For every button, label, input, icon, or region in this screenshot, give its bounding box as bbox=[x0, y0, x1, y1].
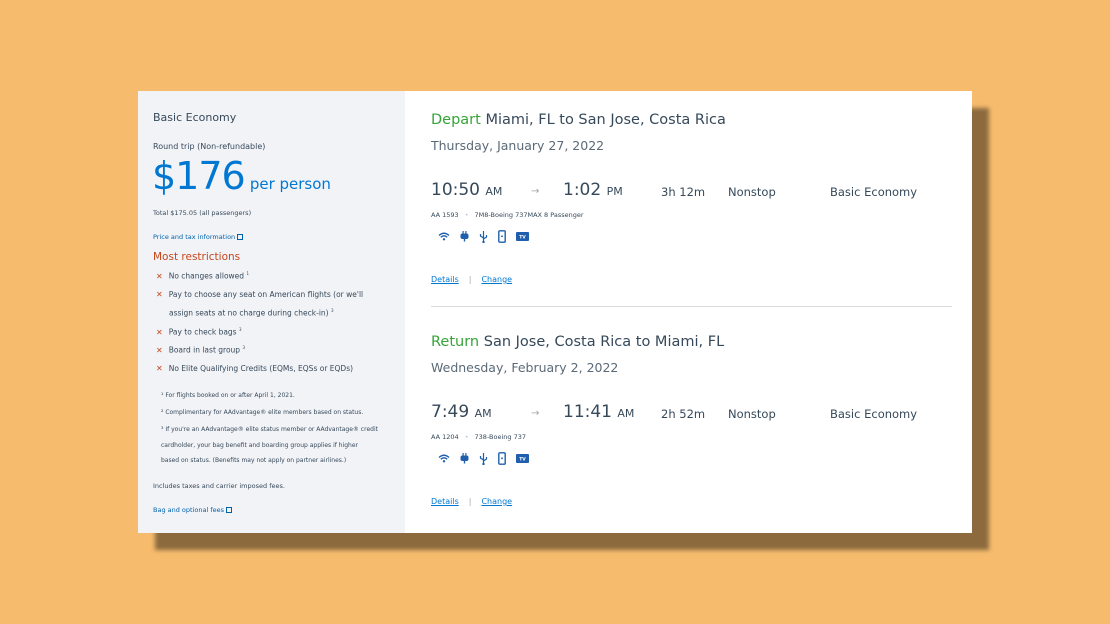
restrictions-title: Most restrictions bbox=[153, 251, 241, 263]
depart-details-link[interactable]: Details bbox=[431, 275, 459, 284]
footnote: ¹ For flights booked on or after April 1… bbox=[161, 392, 295, 399]
depart-departure-time: 10:50 AM bbox=[431, 180, 503, 200]
bag-fees-link-label[interactable]: Bag and optional fees bbox=[153, 506, 224, 514]
footnote: based on status. (Benefits may not apply… bbox=[161, 457, 347, 464]
usb-icon bbox=[479, 452, 488, 465]
depart-links: Details | Change bbox=[431, 275, 513, 284]
bag-fees-link[interactable]: Bag and optional fees bbox=[153, 497, 233, 516]
return-change-link[interactable]: Change bbox=[481, 497, 512, 506]
flights-panel: Depart Miami, FL to San Jose, Costa Rica… bbox=[405, 91, 972, 533]
trip-type: Round trip (Non-refundable) bbox=[153, 142, 266, 151]
per-person-label: per person bbox=[249, 175, 331, 193]
footnote: cardholder, your bag benefit and boardin… bbox=[161, 442, 359, 449]
return-duration: 2h 52m bbox=[661, 407, 706, 421]
restriction-item: ✕ Pay to choose any seat on American flig… bbox=[156, 290, 364, 299]
return-amenities: TV bbox=[438, 452, 529, 465]
arrow-icon: → bbox=[531, 186, 540, 197]
x-icon: ✕ bbox=[156, 327, 163, 337]
wifi-icon bbox=[438, 232, 450, 241]
mobile-device-icon bbox=[498, 452, 506, 465]
power-outlet-icon bbox=[460, 231, 469, 242]
x-icon: ✕ bbox=[156, 345, 163, 355]
restriction-item: ✕ Pay to check bags 3 bbox=[156, 327, 242, 337]
arrow-icon: → bbox=[531, 408, 540, 419]
flight-number: AA 1593 bbox=[431, 211, 459, 219]
return-arrival-time: 11:41 AM bbox=[563, 402, 635, 422]
restriction-item: ✕ No changes allowed 1 bbox=[156, 271, 249, 281]
return-date: Wednesday, February 2, 2022 bbox=[431, 360, 619, 375]
return-departure-time: 7:49 AM bbox=[431, 402, 492, 422]
price-tax-link-label[interactable]: Price and tax information bbox=[153, 233, 235, 241]
power-outlet-icon bbox=[460, 453, 469, 464]
wifi-icon bbox=[438, 454, 450, 463]
flight-divider bbox=[431, 306, 952, 307]
trip-summary-card: Basic Economy Round trip (Non-refundable… bbox=[138, 91, 972, 533]
restriction-item: ✕ No Elite Qualifying Credits (EQMs, EQSs… bbox=[156, 364, 354, 373]
depart-duration: 3h 12m bbox=[661, 185, 706, 199]
external-link-icon bbox=[237, 234, 244, 240]
fare-title: Basic Economy bbox=[153, 111, 237, 124]
total-price: Total $175.05 (all passengers) bbox=[153, 209, 252, 217]
depart-flight-info: AA 1593 • 7M8-Boeing 737MAX 8 Passenger bbox=[431, 211, 584, 219]
return-cabin: Basic Economy bbox=[830, 407, 918, 421]
x-icon: ✕ bbox=[156, 290, 163, 299]
depart-cabin: Basic Economy bbox=[830, 185, 918, 199]
svg-text:TV: TV bbox=[519, 456, 526, 462]
restriction-item: ✕ Board in last group 3 bbox=[156, 345, 245, 355]
fare-summary-panel: Basic Economy Round trip (Non-refundable… bbox=[138, 91, 405, 533]
restriction-item-continued: assign seats at no charge during check-i… bbox=[169, 308, 334, 318]
svg-text:TV: TV bbox=[519, 234, 526, 240]
aircraft: 7M8-Boeing 737MAX 8 Passenger bbox=[474, 211, 584, 219]
depart-arrival-time: 1:02 PM bbox=[563, 180, 623, 200]
includes-taxes: Includes taxes and carrier imposed fees. bbox=[153, 482, 285, 490]
footnote: ³ If you're an AAdvantage® elite status … bbox=[161, 426, 378, 433]
usb-icon bbox=[479, 230, 488, 243]
price-block: $176 per person bbox=[152, 154, 331, 198]
return-flight-info: AA 1204 • 738-Boeing 737 bbox=[431, 433, 527, 441]
tv-icon: TV bbox=[516, 454, 529, 463]
tv-icon: TV bbox=[516, 232, 529, 241]
depart-stops: Nonstop bbox=[728, 185, 776, 199]
x-icon: ✕ bbox=[156, 271, 163, 281]
return-route-heading: Return San Jose, Costa Rica to Miami, FL bbox=[431, 334, 725, 350]
flight-number: AA 1204 bbox=[431, 433, 459, 441]
depart-change-link[interactable]: Change bbox=[481, 275, 512, 284]
return-links: Details | Change bbox=[431, 497, 513, 506]
price-tax-link[interactable]: Price and tax information bbox=[153, 224, 244, 243]
mobile-device-icon bbox=[498, 230, 506, 243]
aircraft: 738-Boeing 737 bbox=[474, 433, 527, 441]
price: $176 bbox=[152, 154, 246, 198]
depart-amenities: TV bbox=[438, 230, 529, 243]
depart-date: Thursday, January 27, 2022 bbox=[431, 138, 605, 153]
footnote: ² Complimentary for AAdvantage® elite me… bbox=[161, 409, 364, 416]
external-link-icon bbox=[226, 507, 233, 513]
x-icon: ✕ bbox=[156, 364, 163, 373]
depart-route-heading: Depart Miami, FL to San Jose, Costa Rica bbox=[431, 112, 726, 128]
return-details-link[interactable]: Details bbox=[431, 497, 459, 506]
return-stops: Nonstop bbox=[728, 407, 776, 421]
